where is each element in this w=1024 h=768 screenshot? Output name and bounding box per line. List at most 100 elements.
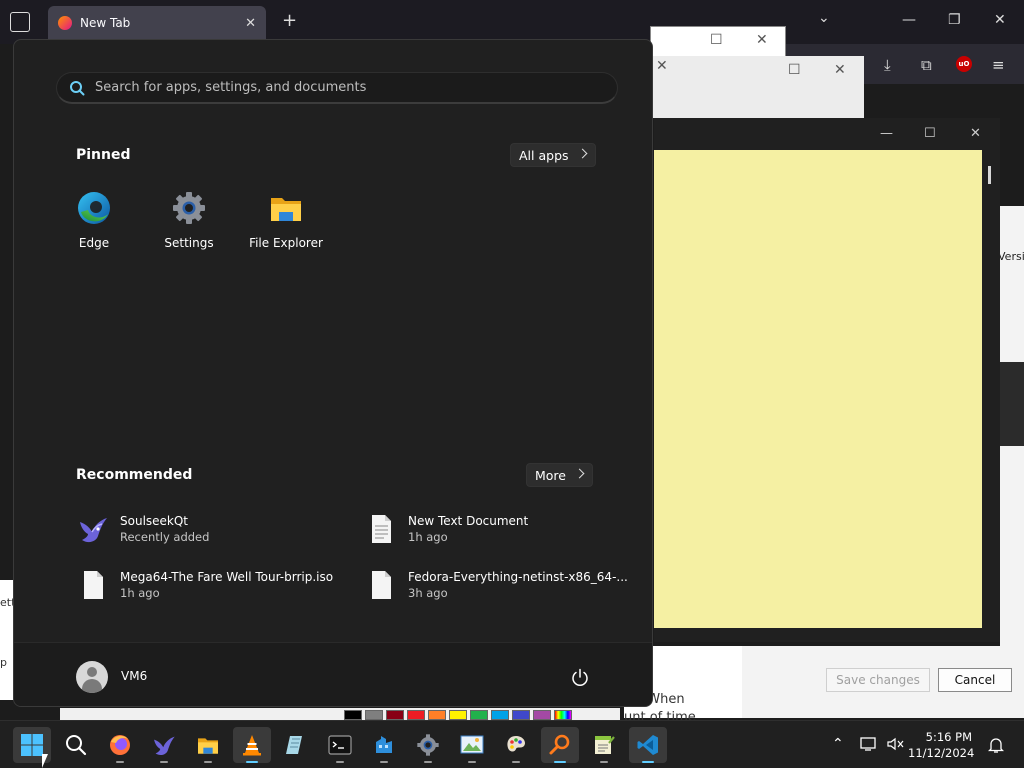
recommended-item[interactable]: SoulseekQt Recently added: [76, 507, 346, 551]
recommended-item[interactable]: Mega64-The Fare Well Tour-brrip.iso 1h a…: [76, 563, 346, 607]
taskbar-blue-app[interactable]: [365, 727, 403, 763]
bg-maximize-icon[interactable]: ☐: [710, 32, 723, 48]
running-indicator: [160, 761, 168, 763]
tab-list-icon[interactable]: [10, 12, 30, 32]
taskbar-search-everything[interactable]: [541, 727, 579, 763]
background-text: p: [0, 656, 7, 669]
color-swatch[interactable]: [512, 710, 530, 720]
recommended-item[interactable]: Fedora-Everything-netinst-x86_64-... 3h …: [364, 563, 634, 607]
taskbar-paint[interactable]: [453, 727, 491, 763]
magnifier-orange-icon: [549, 734, 570, 755]
recommended-item[interactable]: New Text Document 1h ago: [364, 507, 634, 551]
bg-maximize-icon-2[interactable]: ☐: [788, 62, 801, 78]
color-swatch[interactable]: [386, 710, 404, 720]
new-tab-icon[interactable]: +: [282, 10, 297, 31]
color-swatch[interactable]: [428, 710, 446, 720]
user-avatar[interactable]: [76, 661, 108, 693]
browser-tab-title: New Tab: [80, 16, 131, 30]
taskbar-file-explorer[interactable]: [189, 727, 227, 763]
running-indicator: [380, 761, 388, 763]
scrollbar[interactable]: [988, 166, 991, 184]
volume-muted-icon[interactable]: [886, 736, 906, 752]
running-indicator: [246, 761, 258, 763]
color-swatch[interactable]: [449, 710, 467, 720]
menu-icon[interactable]: ≡: [992, 56, 1005, 74]
running-indicator: [512, 761, 520, 763]
color-swatch[interactable]: [365, 710, 383, 720]
ublock-icon[interactable]: uO: [956, 56, 972, 72]
notification-bell-icon[interactable]: [988, 736, 1004, 754]
palette-icon: [507, 736, 526, 752]
color-swatch[interactable]: [533, 710, 551, 720]
sticky-maximize-icon[interactable]: ☐: [924, 126, 936, 141]
chevron-down-icon[interactable]: ⌄: [818, 10, 830, 26]
recommended-title: Recommended: [76, 467, 193, 483]
start-menu-footer: VM6: [14, 642, 652, 706]
document-icon: [372, 515, 391, 543]
blue-app-icon: [376, 736, 392, 753]
taskbar-notepad-plus-plus[interactable]: [585, 727, 623, 763]
all-apps-button[interactable]: All apps: [510, 143, 596, 167]
bg-close-icon[interactable]: ✕: [756, 32, 768, 48]
taskbar-paint-3d[interactable]: [497, 727, 535, 763]
network-icon[interactable]: [860, 736, 878, 752]
extensions-icon[interactable]: ⧉: [921, 56, 932, 74]
maximize-icon[interactable]: ❐: [948, 12, 961, 28]
download-icon[interactable]: ⤓: [884, 56, 891, 74]
chevron-up-icon[interactable]: ⌃: [832, 736, 844, 752]
more-label: More: [535, 467, 566, 483]
sticky-minimize-icon[interactable]: —: [880, 126, 893, 141]
start-menu: Pinned All apps Edge: [13, 39, 653, 707]
taskbar-notepad[interactable]: [277, 727, 315, 763]
tab-close-icon[interactable]: ✕: [245, 16, 256, 31]
vscode-icon: [637, 735, 658, 755]
bg-close-icon-2[interactable]: ✕: [656, 58, 668, 74]
taskbar-settings[interactable]: [409, 727, 447, 763]
terminal-icon: [328, 735, 352, 755]
more-button[interactable]: More: [526, 463, 593, 487]
color-swatch[interactable]: [407, 710, 425, 720]
recommended-item-name: Mega64-The Fare Well Tour-brrip.iso: [120, 570, 334, 584]
search-icon: [70, 81, 85, 96]
edge-icon: [78, 192, 110, 224]
taskbar-search-button[interactable]: [57, 727, 95, 763]
pinned-app-edge[interactable]: Edge: [46, 190, 142, 250]
color-swatch[interactable]: [491, 710, 509, 720]
taskbar-clock[interactable]: 5:16 PM 11/12/2024: [908, 729, 974, 761]
running-indicator: [600, 761, 608, 763]
save-changes-button[interactable]: Save changes: [826, 668, 930, 692]
all-apps-label: All apps: [519, 147, 569, 163]
taskbar-vlc[interactable]: [233, 727, 271, 763]
clock-time: 5:16 PM: [925, 730, 972, 744]
recommended-item-meta: 1h ago: [120, 586, 160, 600]
sticky-close-icon[interactable]: ✕: [970, 126, 981, 141]
firefox-icon: [110, 735, 130, 755]
mouse-cursor: [42, 754, 54, 768]
taskbar-soulseekqt[interactable]: [145, 727, 183, 763]
pinned-app-file-explorer[interactable]: File Explorer: [238, 190, 334, 250]
color-swatch[interactable]: [344, 710, 362, 720]
bg-close-icon-3[interactable]: ✕: [834, 62, 846, 78]
pinned-title: Pinned: [76, 147, 131, 163]
color-swatch[interactable]: [470, 710, 488, 720]
taskbar-firefox[interactable]: [101, 727, 139, 763]
browser-tab[interactable]: New Tab ✕: [48, 6, 266, 40]
background-window-2: [650, 56, 864, 118]
color-swatch[interactable]: [554, 710, 572, 720]
pinned-app-settings[interactable]: Settings: [141, 190, 237, 250]
cancel-button[interactable]: Cancel: [938, 668, 1012, 692]
recommended-item-name: New Text Document: [408, 514, 529, 528]
taskbar-vscode[interactable]: [629, 727, 667, 763]
recommended-item-name: SoulseekQt: [120, 514, 189, 528]
power-icon[interactable]: [570, 667, 590, 687]
taskbar-terminal[interactable]: [321, 727, 359, 763]
background-text: Versio: [998, 250, 1024, 263]
search-input[interactable]: [95, 80, 595, 95]
start-search-box[interactable]: [56, 72, 618, 104]
minimize-icon[interactable]: —: [902, 12, 916, 28]
recommended-item-meta: 3h ago: [408, 586, 448, 600]
close-icon[interactable]: ✕: [994, 12, 1006, 28]
user-name[interactable]: VM6: [121, 669, 147, 683]
sticky-note-paper[interactable]: [654, 150, 982, 628]
color-palette: [344, 710, 572, 720]
